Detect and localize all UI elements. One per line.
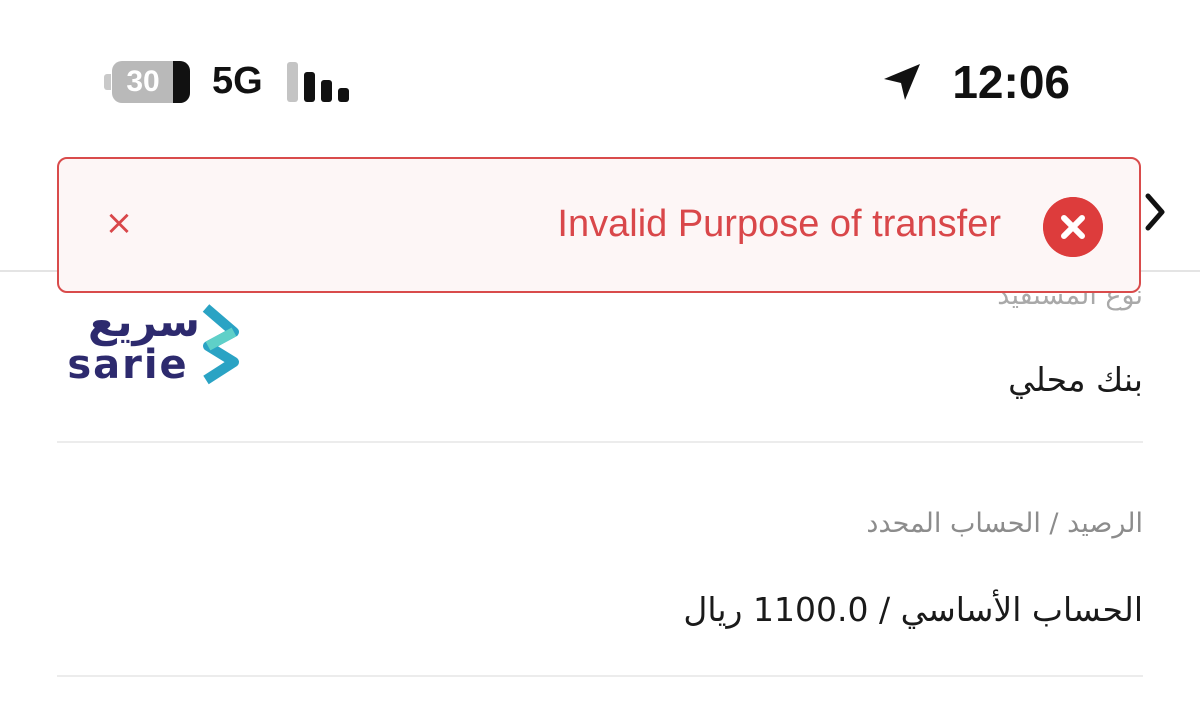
battery-level: 30 [126,65,160,98]
row-divider [57,441,1143,443]
status-bar: 30 5G 12:06 [0,0,1200,150]
battery-icon: 30 [104,61,190,103]
clock: 12:06 [952,56,1070,108]
sarie-logo: سريع sarie [67,297,239,386]
account-value: الحساب الأساسي / 1100.0 ريال [683,590,1143,629]
network-type: 5G [212,60,263,102]
logo-arabic-text: سريع [88,297,200,347]
logo-latin-text: sarie [67,342,188,386]
row-divider [57,675,1143,677]
account-label: الرصيد / الحساب المحدد [866,508,1143,539]
error-circle-icon [1043,197,1103,257]
location-arrow-icon [884,64,920,100]
close-icon[interactable]: × [103,206,135,240]
signal-bars-icon [287,62,351,102]
error-toast: × Invalid Purpose of transfer [57,157,1141,293]
chevron-right-icon[interactable] [1142,192,1168,232]
beneficiary-type-value: بنك محلي [1008,360,1143,399]
toast-message: Invalid Purpose of transfer [557,203,1001,245]
